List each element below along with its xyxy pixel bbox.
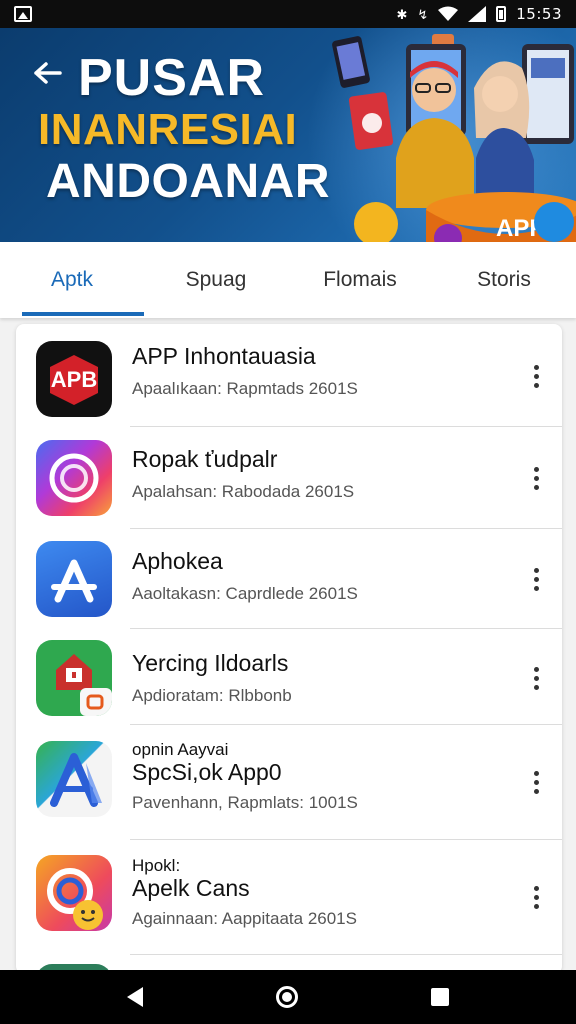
app-list: APB APP Inhontauasia Apaalıkaan: Rapmtad… bbox=[16, 324, 562, 974]
tab-flomais[interactable]: Flomais bbox=[288, 242, 432, 318]
more-options-icon[interactable] bbox=[524, 361, 548, 391]
header-banner: PUSAR INANRESIAI ANDOANAR APP bbox=[0, 28, 576, 242]
app-subtitle: Apdioratam: Rlbbonb bbox=[132, 686, 292, 706]
app-subtitle: Apalahsan: Rabodada 2601S bbox=[132, 482, 355, 502]
vector-a-icon bbox=[36, 741, 112, 817]
banner-title: PUSAR INANRESIAI ANDOANAR bbox=[38, 49, 330, 208]
app-subtitle: Apaalıkaan: Rapmtads 2601S bbox=[132, 379, 358, 399]
circle-face-icon bbox=[36, 855, 112, 931]
status-time: 15:53 bbox=[516, 5, 562, 23]
list-item[interactable]: Hpokl: Apelk Cans Againnaan: Aappitaata … bbox=[16, 840, 562, 955]
list-item[interactable]: Yercing Ildoarls Apdioratam: Rlbbonb bbox=[16, 629, 562, 725]
more-options-icon[interactable] bbox=[524, 767, 548, 797]
app-name: APP Inhontauasia bbox=[132, 343, 316, 369]
recent-square-icon[interactable] bbox=[431, 988, 450, 1006]
list-item[interactable]: opnin Aayvai SpcSi,ok App0 Pavenhann, Ra… bbox=[16, 725, 562, 840]
list-item[interactable]: APB APP Inhontauasia Apaalıkaan: Rapmtad… bbox=[16, 324, 562, 427]
tab-spuag[interactable]: Spuag bbox=[144, 242, 288, 318]
more-options-icon[interactable] bbox=[524, 564, 548, 594]
more-options-icon[interactable] bbox=[524, 463, 548, 493]
camera-ring-icon bbox=[36, 440, 112, 516]
more-options-icon[interactable] bbox=[524, 663, 548, 693]
app-name: Aphokea bbox=[132, 548, 223, 574]
apb-logo-icon: APB bbox=[36, 341, 112, 417]
banner-title-line3: ANDOANAR bbox=[46, 155, 330, 208]
tab-aptk[interactable]: Aptk bbox=[0, 242, 144, 318]
home-circle-icon[interactable] bbox=[275, 986, 298, 1008]
app-prefix: Hpokl: bbox=[132, 856, 181, 875]
app-subtitle: Againnaan: Aappitaata 2601S bbox=[132, 909, 357, 929]
list-item[interactable]: Aphokea Aaoltakasn: Caprdlede 2601S bbox=[16, 529, 562, 629]
gallery-icon bbox=[14, 6, 32, 22]
app-store-a-icon bbox=[36, 541, 112, 617]
app-subtitle: Aaoltakasn: Caprdlede 2601S bbox=[132, 584, 358, 604]
battery-icon bbox=[496, 6, 507, 22]
tab-storis[interactable]: Storis bbox=[432, 242, 576, 318]
app-name: Apelk Cans bbox=[132, 875, 250, 901]
status-bar: ✱ ↯ 15:53 bbox=[0, 0, 576, 28]
banner-illustration: APP bbox=[332, 34, 576, 242]
banner-title-line2: INANRESIAI bbox=[38, 105, 298, 154]
tab-bar: Aptk Spuag Flomais Storis bbox=[0, 242, 576, 318]
back-triangle-icon[interactable] bbox=[126, 987, 143, 1007]
app-prefix: opnin Aayvai bbox=[132, 740, 229, 759]
signal-icon bbox=[468, 6, 487, 22]
data-icon: ↯ bbox=[417, 6, 429, 22]
app-icon-text: APB bbox=[51, 367, 97, 392]
more-options-icon[interactable] bbox=[524, 882, 548, 912]
navigation-bar bbox=[0, 970, 576, 1024]
app-name: SpcSi,ok App0 bbox=[132, 759, 282, 785]
app-subtitle: Pavenhann, Rapmlats: 1001S bbox=[132, 793, 358, 813]
wifi-icon bbox=[438, 6, 459, 21]
house-map-icon bbox=[36, 640, 112, 716]
bluetooth-icon: ✱ bbox=[396, 6, 408, 22]
app-name: Yercing Ildoarls bbox=[132, 650, 289, 676]
banner-title-line1: PUSAR bbox=[78, 49, 266, 107]
app-name: Ropak ťudpalr bbox=[132, 446, 278, 472]
list-item[interactable]: Ropak ťudpalr Apalahsan: Rabodada 2601S bbox=[16, 427, 562, 529]
